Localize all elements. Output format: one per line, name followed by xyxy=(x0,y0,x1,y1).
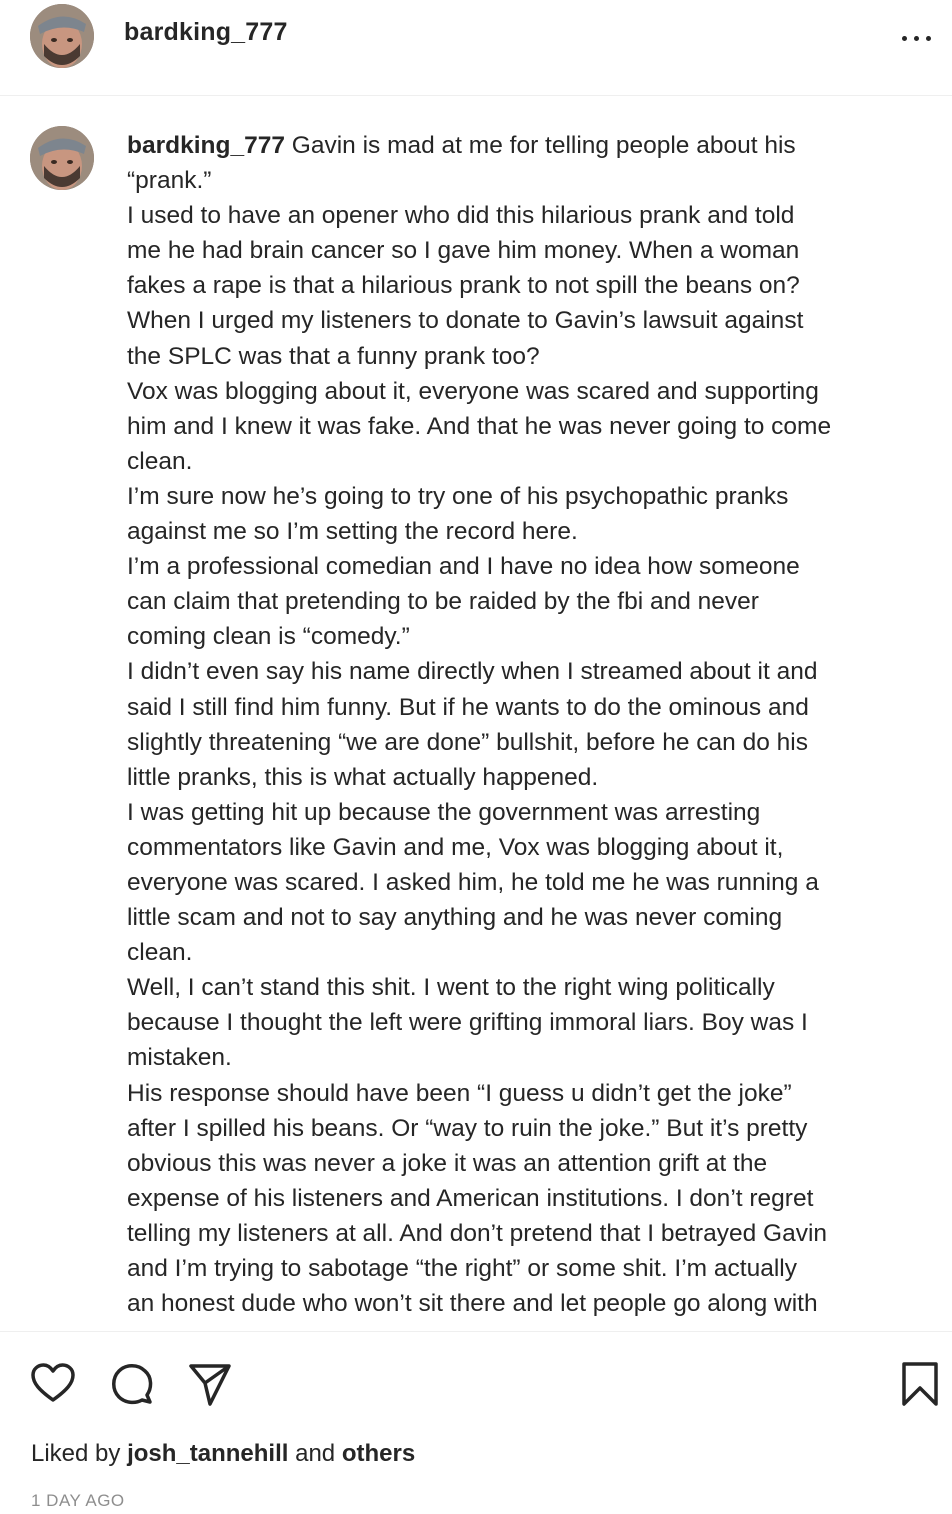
caption-line: fakes a rape is that a hilarious prank t… xyxy=(127,272,800,300)
caption-line: slightly threatening “we are done” bulls… xyxy=(127,728,808,756)
more-horizontal-icon xyxy=(902,36,907,41)
caption-line: me he had brain cancer so I gave him mon… xyxy=(127,237,800,265)
caption-line: bardking_777 Gavin is mad at me for tell… xyxy=(127,128,927,163)
caption-line: Vox was blogging about it, everyone was … xyxy=(127,377,819,405)
avatar[interactable] xyxy=(30,126,94,190)
post-author-username[interactable]: bardking_777 xyxy=(124,18,288,47)
post-header: bardking_777 xyxy=(0,0,952,96)
likes-prefix: Liked by xyxy=(31,1440,121,1467)
caption-line: everyone was scared. I asked him, he tol… xyxy=(127,868,819,896)
caption-line: Well, I can’t stand this shit. I went to… xyxy=(127,974,775,1002)
caption-line: obvious this was never a joke it was an … xyxy=(127,1149,768,1177)
share-button[interactable] xyxy=(186,1360,234,1408)
likes-others-link[interactable]: others xyxy=(342,1440,415,1467)
caption-line: telling my listeners at all. And don’t p… xyxy=(127,1219,828,1247)
comment-button[interactable] xyxy=(108,1360,156,1408)
caption-line: clean. xyxy=(127,939,193,967)
caption-line: I’m a professional comedian and I have n… xyxy=(127,553,800,581)
caption-line: expense of his listeners and American in… xyxy=(127,1184,814,1212)
caption-line: the SPLC was that a funny prank too? xyxy=(127,342,540,370)
bookmark-icon xyxy=(902,1362,938,1406)
caption-line: “prank.” xyxy=(127,167,212,195)
heart-icon xyxy=(31,1363,75,1402)
caption-line: little scam and not to say anything and … xyxy=(127,904,783,932)
caption-line: mistaken. xyxy=(127,1044,232,1072)
caption-line: and I’m trying to sabotage “the right” o… xyxy=(127,1255,797,1282)
avatar[interactable] xyxy=(30,4,94,68)
caption-line: coming clean is “comedy.” xyxy=(127,623,410,651)
comment-bubble-icon xyxy=(112,1364,153,1405)
caption-line: after I spilled his beans. Or “way to ru… xyxy=(127,1114,808,1142)
action-bar xyxy=(0,1332,952,1432)
caption-line: His response should have been “I guess u… xyxy=(127,1079,792,1107)
more-horizontal-icon xyxy=(926,36,931,41)
likes-summary: Liked by josh_tannehill and others xyxy=(31,1440,415,1468)
caption-line: I used to have an opener who did this hi… xyxy=(127,202,795,230)
caption-line: because I thought the left were grifting… xyxy=(127,1009,808,1037)
caption-first-line: Gavin is mad at me for telling people ab… xyxy=(291,132,796,159)
caption-line: I’m sure now he’s going to try one of hi… xyxy=(127,482,789,510)
caption-text: bardking_777 Gavin is mad at me for tell… xyxy=(127,128,927,1321)
likes-joiner: and xyxy=(295,1440,336,1467)
caption-line: little pranks, this is what actually hap… xyxy=(127,763,599,791)
more-horizontal-icon xyxy=(914,36,919,41)
caption-line: commentators like Gavin and me, Vox was … xyxy=(127,833,784,861)
caption-line: against me so I’m setting the record her… xyxy=(127,518,578,546)
avatar-photo-icon xyxy=(30,4,94,68)
caption-line: When I urged my listeners to donate to G… xyxy=(127,307,804,335)
caption-line: said I still find him funny. But if he w… xyxy=(127,693,809,721)
avatar-photo-icon xyxy=(30,126,94,190)
caption-line: can claim that pretending to be raided b… xyxy=(127,588,759,616)
caption-line: him and I knew it was fake. And that he … xyxy=(127,412,832,440)
caption-author-username[interactable]: bardking_777 xyxy=(127,132,285,159)
send-icon xyxy=(189,1364,231,1406)
like-button[interactable] xyxy=(29,1360,77,1408)
caption-line: I didn’t even say his name directly when… xyxy=(127,658,818,686)
liker-username[interactable]: josh_tannehill xyxy=(127,1440,288,1467)
caption-line: clean. xyxy=(127,447,193,475)
caption-line: an honest dude who won’t sit there and l… xyxy=(127,1290,818,1318)
more-options-button[interactable] xyxy=(896,20,940,56)
caption-line: I was getting hit up because the governm… xyxy=(127,798,761,826)
comment-scroll-area[interactable]: bardking_777 Gavin is mad at me for tell… xyxy=(0,97,952,1331)
post-timestamp[interactable]: 1 DAY AGO xyxy=(31,1491,125,1511)
save-button[interactable] xyxy=(896,1360,944,1408)
